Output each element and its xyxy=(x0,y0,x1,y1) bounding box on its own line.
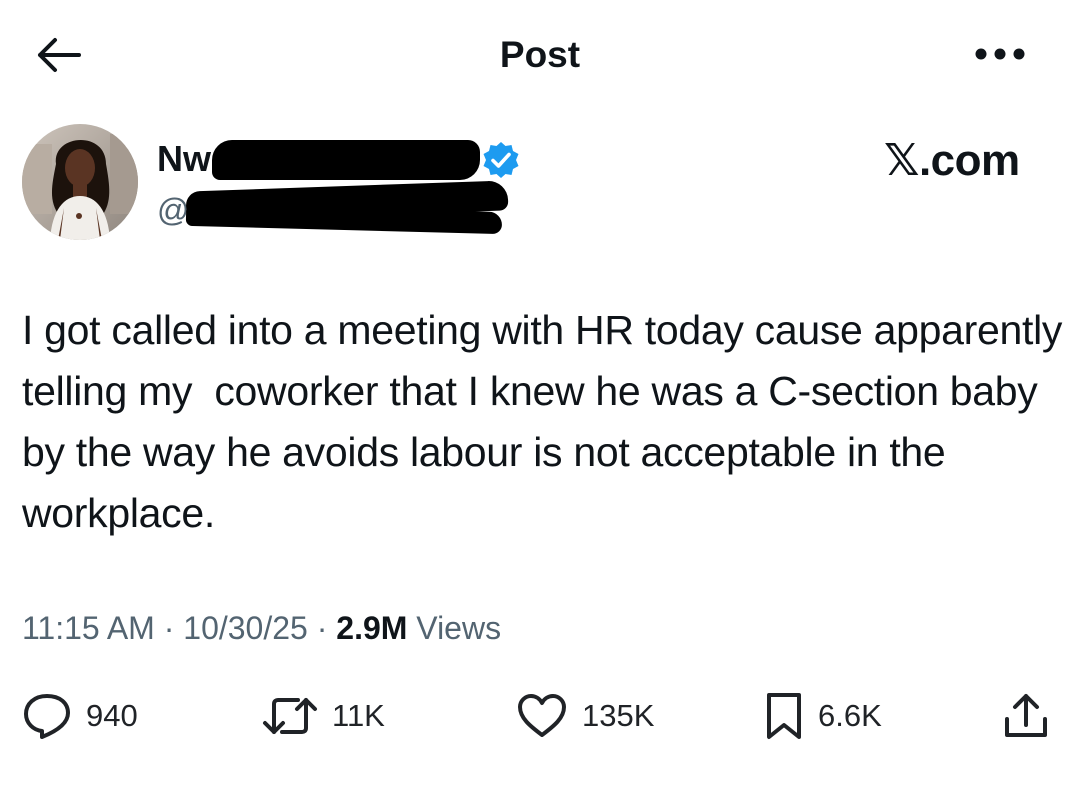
repost-icon xyxy=(263,698,317,734)
repost-button[interactable]: 11K xyxy=(262,690,385,742)
post-meta: 11:15 AM · 10/30/25 · 2.9M Views xyxy=(22,606,501,650)
verified-badge-icon xyxy=(482,141,520,179)
page-title: Post xyxy=(499,34,581,75)
like-icon xyxy=(518,694,566,737)
avatar[interactable] xyxy=(22,124,138,240)
meta-separator: · xyxy=(316,610,328,646)
bookmark-button[interactable]: 6.6K xyxy=(764,690,882,742)
back-button[interactable] xyxy=(30,30,86,80)
reply-count: 940 xyxy=(86,698,138,733)
like-button[interactable]: 135K xyxy=(516,690,654,742)
arrow-left-icon xyxy=(38,38,81,72)
author-display-name[interactable]: Nw xyxy=(157,136,211,182)
bookmark-count: 6.6K xyxy=(818,698,882,733)
more-options-button[interactable] xyxy=(968,34,1032,74)
reply-icon xyxy=(24,694,70,739)
like-count: 135K xyxy=(582,698,655,733)
post-date[interactable]: 10/30/25 xyxy=(183,610,308,646)
post-time[interactable]: 11:15 AM xyxy=(22,610,155,646)
post-text: I got called into a meeting with HR toda… xyxy=(22,307,1074,536)
repost-count: 11K xyxy=(332,698,385,733)
more-horizontal-icon xyxy=(975,48,1025,60)
share-icon xyxy=(1005,694,1047,737)
views-count: 2.9M xyxy=(336,610,408,646)
bookmark-icon xyxy=(767,693,801,739)
reply-button[interactable]: 940 xyxy=(22,690,138,742)
views-label: Views xyxy=(416,610,502,646)
redaction-mark xyxy=(212,140,480,180)
source-watermark: 𝕏.com xyxy=(884,136,1020,185)
meta-separator: · xyxy=(163,610,175,646)
display-name-text: Nw xyxy=(157,138,211,179)
share-button[interactable] xyxy=(1002,690,1050,742)
avatar-image xyxy=(22,124,138,240)
